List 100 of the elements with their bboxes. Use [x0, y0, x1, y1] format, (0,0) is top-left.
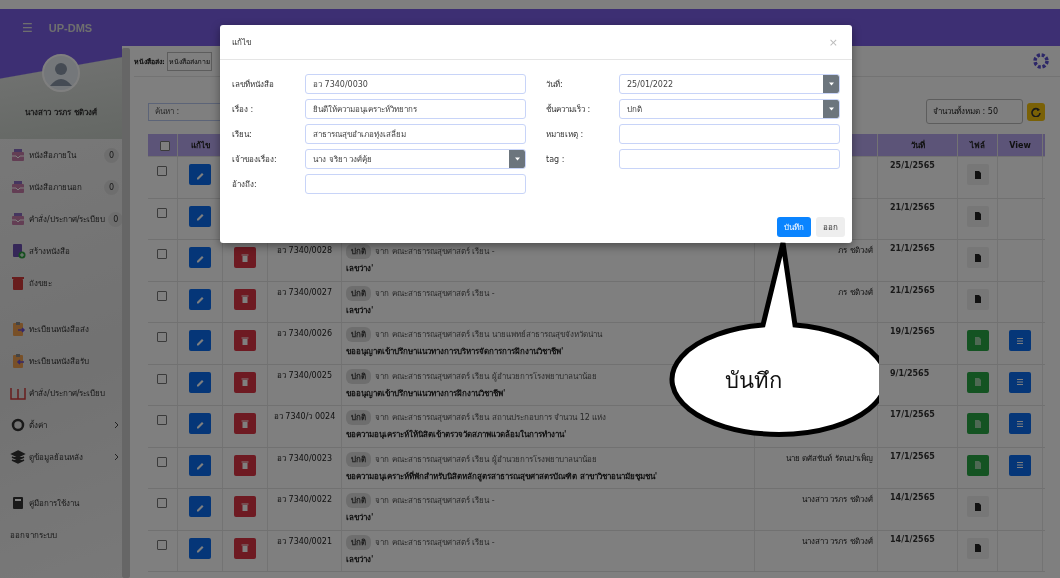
column-header: ไฟล์ [970, 139, 985, 152]
date-text: 14/1/2565 [890, 534, 935, 544]
delete-button[interactable] [234, 371, 256, 393]
scrollbar[interactable] [122, 48, 130, 578]
document-number: อว 7340/0023 [277, 452, 332, 465]
owner-name: นางสาว วรภร ชดิวงศ์ [801, 536, 873, 546]
input-field[interactable]: อว 7340/0030 [305, 74, 526, 94]
priority-badge: ปกติ [346, 410, 371, 425]
checkbox[interactable] [157, 166, 167, 176]
select-field[interactable]: 25/01/2022 [619, 74, 840, 94]
caret-icon [827, 106, 835, 112]
subject-text: ขออนุญาตเข้าปรึกษาแนวทางการฝึกงานวิชาชีพ' [346, 387, 507, 400]
sidebar-item[interactable]: ทะเบียนหนังสือส่ง [0, 313, 122, 345]
menu-label: หนังสือภายใน [29, 149, 76, 162]
caret-icon [827, 81, 835, 87]
menu-label: ออกจากระบบ [10, 529, 57, 542]
sidebar-item[interactable]: หนังสือภายใน 0 [0, 139, 122, 171]
file-button[interactable] [966, 413, 989, 434]
edit-button[interactable] [189, 537, 211, 559]
priority-badge: ปกติ [346, 451, 371, 467]
edit-button[interactable] [189, 413, 211, 434]
input-field[interactable] [619, 149, 840, 169]
select-field[interactable]: ปกติ [619, 99, 840, 119]
refresh-button[interactable] [1027, 102, 1045, 121]
input-field[interactable] [305, 174, 526, 194]
input-field[interactable]: ยินดีให้ความอนุเคราะห์วิทยากร [305, 99, 526, 119]
view-button[interactable] [1009, 413, 1031, 434]
file-button[interactable] [966, 496, 989, 517]
input-field[interactable] [619, 124, 840, 144]
checkbox[interactable] [157, 539, 167, 550]
edit-button[interactable] [189, 288, 211, 310]
delete-button[interactable] [234, 454, 256, 476]
exit-button[interactable]: ออก [816, 217, 845, 237]
select-field[interactable]: นาง จริยา วงศ์คุ้ย [305, 149, 526, 169]
file-icon [972, 335, 983, 346]
sidebar-item[interactable]: คำสั่ง/ประกาศ/ระเบียบ 0 [0, 203, 122, 235]
sender-text: จาก คณะสาธารณสุขศาสตร์ เรียน ผู้อำนวยการโรงพยาบาลนาน้อย [375, 370, 597, 383]
sidebar-item[interactable]: ออกจากระบบ [0, 519, 122, 551]
file-button[interactable] [966, 330, 989, 351]
edit-button[interactable] [189, 164, 211, 185]
date-text: 21/1/2565 [890, 244, 935, 253]
file-button[interactable] [966, 288, 989, 310]
delete-button[interactable] [234, 247, 256, 268]
envelope-icon [10, 211, 26, 227]
callout-text: บันทึก [725, 367, 782, 395]
file-button[interactable] [966, 164, 989, 185]
input-field[interactable]: สาธารณสุขอำเภอทุ่งเสลี่ยม [305, 124, 526, 144]
edit-button[interactable] [189, 330, 211, 351]
file-button[interactable] [966, 247, 989, 268]
sidebar-item[interactable]: หนังสือภายนอก 0 [0, 171, 122, 203]
trash-icon [240, 418, 250, 429]
file-button[interactable] [966, 205, 989, 227]
trash-icon [240, 543, 250, 553]
checkbox[interactable] [157, 332, 167, 342]
view-button[interactable] [1009, 454, 1031, 476]
sidebar-item[interactable]: สร้างหนังสือ [0, 235, 122, 267]
menu-icon[interactable]: ☰ [22, 20, 33, 35]
view-button[interactable] [1009, 371, 1031, 393]
edit-button[interactable] [189, 205, 211, 227]
pencil-icon [195, 294, 205, 304]
checkbox[interactable] [157, 415, 167, 425]
file-button[interactable] [966, 454, 989, 476]
delete-button[interactable] [234, 330, 256, 351]
layers-icon [10, 449, 26, 465]
file-button[interactable] [966, 537, 989, 559]
field-label: เจ้าของเรื่อง: [232, 153, 278, 166]
field-label: เรื่อง : [232, 103, 255, 116]
view-button[interactable] [1009, 330, 1031, 351]
edit-button[interactable] [189, 454, 211, 476]
checkbox[interactable] [160, 141, 170, 151]
page-size-select[interactable]: จำนวนทั้งหมด : 50 [926, 99, 1023, 124]
checkbox[interactable] [157, 456, 167, 467]
save-button[interactable]: บันทึก [777, 217, 811, 237]
column-header: วันที่ [910, 139, 925, 152]
edit-button[interactable] [189, 371, 211, 393]
file-icon [972, 252, 983, 263]
checkbox[interactable] [157, 373, 167, 384]
file-button[interactable] [966, 371, 989, 393]
sidebar-item[interactable]: ตั้งค่า [0, 409, 122, 441]
delete-button[interactable] [234, 537, 256, 559]
sidebar-item[interactable]: ทะเบียนหนังสือรับ [0, 345, 122, 377]
checkbox[interactable] [157, 498, 167, 508]
sidebar-item[interactable]: คู่มือการใช้งาน [0, 487, 122, 519]
sidebar-item[interactable]: คำสั่ง/ประกาศ/ระเบียบ [0, 377, 122, 409]
document-number: อว 7340/0021 [277, 535, 332, 548]
checkbox[interactable] [157, 249, 167, 259]
trash-icon [10, 275, 26, 291]
checkbox[interactable] [157, 290, 167, 301]
checkbox[interactable] [157, 207, 167, 218]
edit-button[interactable] [189, 247, 211, 268]
owner-name: ภร ชดิวงศ์ [838, 246, 873, 255]
delete-button[interactable] [234, 288, 256, 310]
delete-button[interactable] [234, 496, 256, 517]
menu-label: ดูข้อมูลย้อนหลัง [29, 451, 83, 464]
edit-button[interactable] [189, 496, 211, 517]
sidebar-item[interactable]: ดูข้อมูลย้อนหลัง [0, 441, 122, 473]
delete-button[interactable] [234, 413, 256, 434]
sidebar-item[interactable]: ถังขยะ [0, 267, 122, 299]
menu-label: คำสั่ง/ประกาศ/ระเบียบ [29, 213, 106, 226]
file-icon [972, 501, 983, 512]
